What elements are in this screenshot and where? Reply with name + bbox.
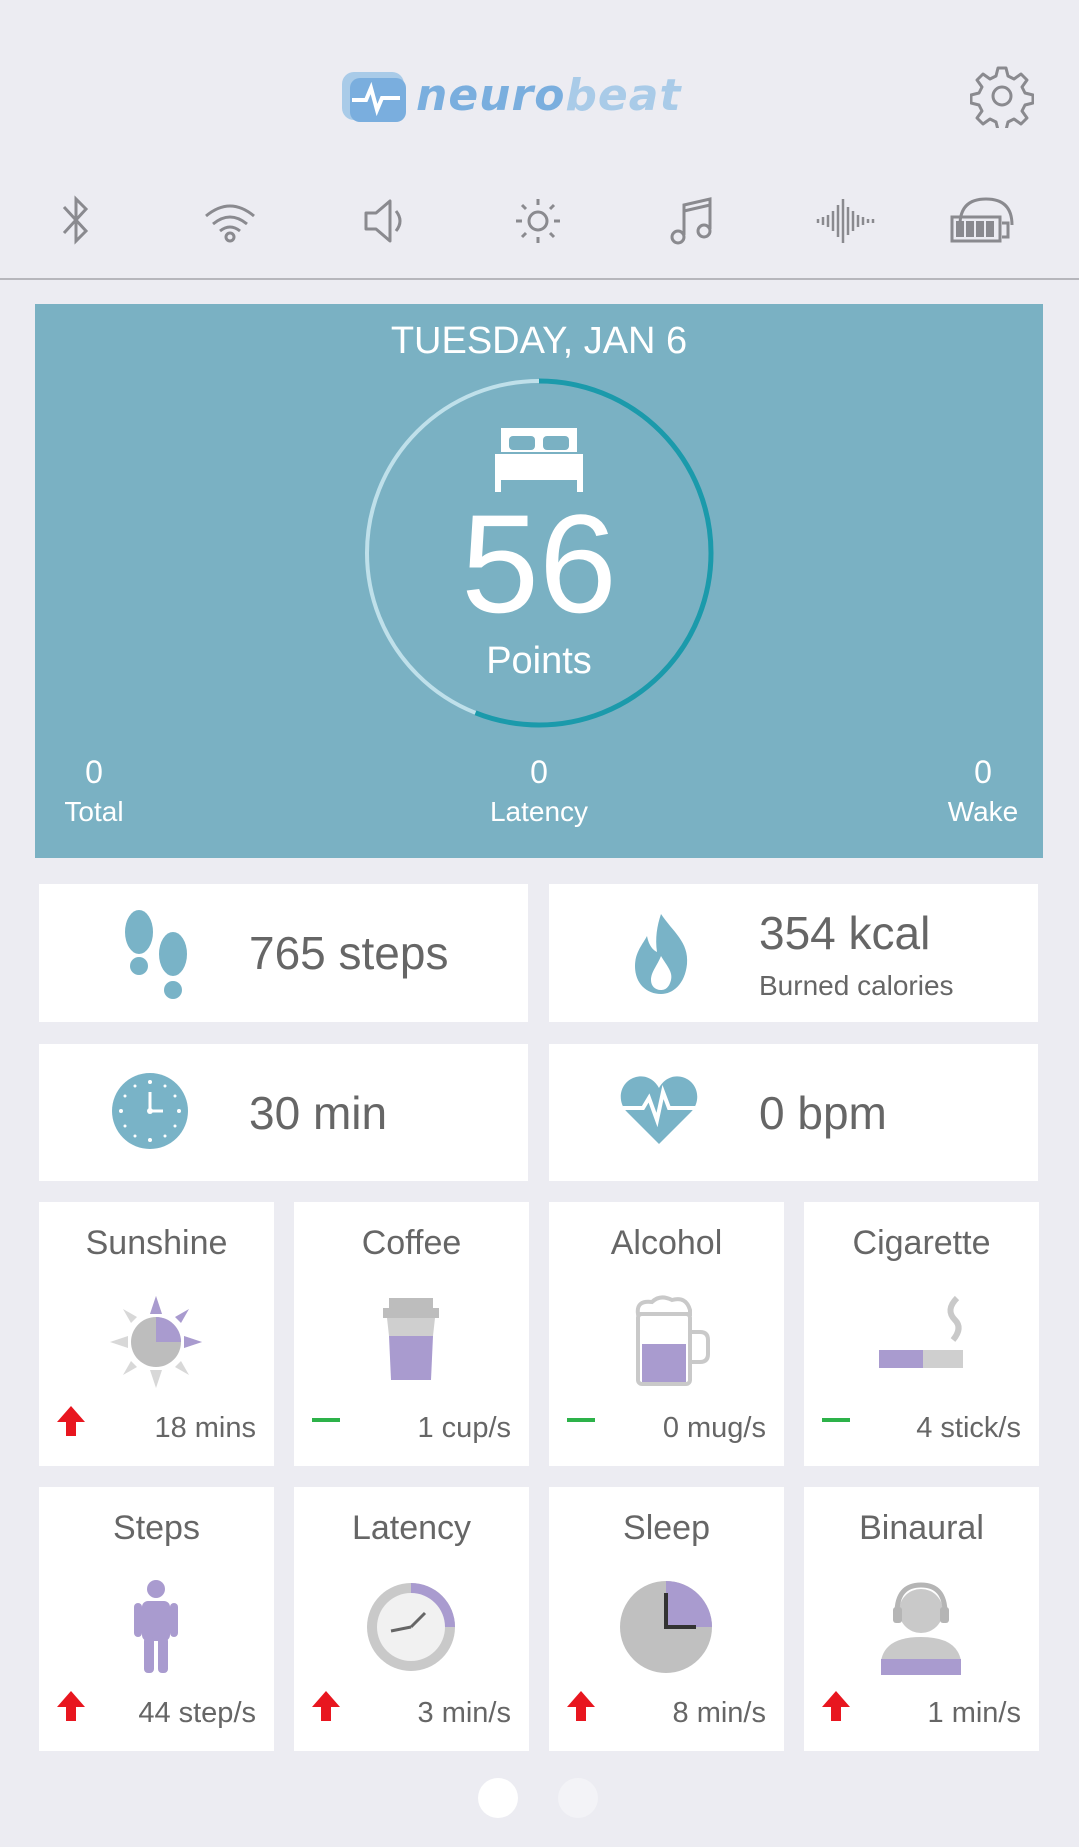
- status-bar: [0, 190, 1079, 252]
- soundwave-icon[interactable]: [806, 190, 886, 252]
- stat-total-label: Total: [64, 796, 124, 827]
- footprints-icon: [125, 910, 187, 999]
- wifi-icon[interactable]: [190, 190, 270, 252]
- volume-icon[interactable]: [344, 190, 424, 252]
- alcohol-tile[interactable]: Alcohol 0 mug/s: [549, 1202, 784, 1466]
- coffee-title: Coffee: [361, 1224, 462, 1262]
- sunshine-title: Sunshine: [85, 1224, 228, 1262]
- steps-value: 765 steps: [249, 927, 449, 979]
- sleep-tile[interactable]: Sleep 8 min/s: [549, 1487, 784, 1751]
- duration-value: 30 min: [249, 1087, 388, 1139]
- latency-value: 3 min/s: [417, 1697, 511, 1729]
- binaural-value: 1 min/s: [927, 1697, 1021, 1729]
- settings-gear-icon[interactable]: [970, 64, 1034, 128]
- page-indicator: [0, 1778, 1079, 1818]
- headphones-person-icon: [881, 1582, 961, 1675]
- sleep-score-unit: Points: [486, 640, 592, 682]
- heart-rate-card[interactable]: 0 bpm: [549, 1044, 1038, 1181]
- binaural-tile[interactable]: Binaural 1 min/s: [804, 1487, 1039, 1751]
- calories-value: 354 kcal: [759, 907, 931, 959]
- alcohol-title: Alcohol: [610, 1224, 723, 1262]
- cigarette-icon: [879, 1295, 963, 1368]
- cigarette-value: 4 stick/s: [916, 1412, 1021, 1444]
- steps-card[interactable]: 765 steps: [39, 884, 528, 1022]
- sleep-title: Sleep: [623, 1509, 710, 1547]
- steps-title: Steps: [113, 1509, 200, 1547]
- cigarette-title: Cigarette: [852, 1224, 991, 1262]
- stat-wake: 0 Wake: [935, 752, 1031, 832]
- steps-factor-value: 44 step/s: [138, 1697, 256, 1729]
- coffee-tile[interactable]: Coffee 1 cup/s: [294, 1202, 529, 1466]
- neurobeat-logo: neurobeat: [340, 66, 760, 126]
- sleep-clock-icon: [620, 1581, 712, 1673]
- trend-flat-icon: [312, 1418, 340, 1422]
- stat-total: 0 Total: [49, 752, 139, 832]
- music-icon[interactable]: [652, 190, 732, 252]
- duration-card[interactable]: 30 min: [39, 1044, 528, 1181]
- trend-up-icon: [567, 1691, 595, 1721]
- trend-up-icon: [57, 1691, 85, 1721]
- headset-battery-icon[interactable]: [940, 190, 1020, 252]
- calories-card[interactable]: 354 kcal Burned calories: [549, 884, 1038, 1022]
- sleep-summary-panel[interactable]: TUESDAY, JAN 6 56 Points 0 Total 0 Laten…: [35, 304, 1043, 858]
- app-header: neurobeat: [0, 0, 1079, 190]
- header-divider: [0, 278, 1079, 280]
- clock-icon: [112, 1073, 188, 1149]
- sunshine-tile[interactable]: Sunshine 18 mins: [39, 1202, 274, 1466]
- sleep-score: 56: [461, 485, 617, 642]
- logo-mark-icon: [342, 72, 406, 122]
- calories-label: Burned calories: [759, 970, 954, 1001]
- binaural-title: Binaural: [859, 1509, 984, 1547]
- person-icon: [134, 1580, 178, 1673]
- trend-flat-icon: [567, 1418, 595, 1422]
- page-dot[interactable]: [558, 1778, 598, 1818]
- latency-tile[interactable]: Latency 3 min/s: [294, 1487, 529, 1751]
- bluetooth-icon[interactable]: [36, 190, 116, 252]
- stat-latency: 0 Latency: [464, 752, 614, 832]
- steps-tile[interactable]: Steps 44 step/s: [39, 1487, 274, 1751]
- date-label: TUESDAY, JAN 6: [390, 320, 688, 362]
- stat-wake-value: 0: [974, 754, 992, 790]
- flame-icon: [635, 914, 688, 994]
- sunshine-value: 18 mins: [154, 1412, 256, 1444]
- coffee-cup-icon: [383, 1298, 439, 1380]
- coffee-value: 1 cup/s: [417, 1412, 512, 1444]
- stat-latency-label: Latency: [489, 796, 589, 827]
- stopwatch-icon: [367, 1583, 455, 1671]
- trend-up-icon: [57, 1406, 85, 1436]
- stat-latency-value: 0: [530, 754, 548, 790]
- stat-total-value: 0: [85, 754, 103, 790]
- logo-text-neuro: neuro: [416, 70, 566, 121]
- trend-up-icon: [822, 1691, 850, 1721]
- logo-text-beat: beat: [565, 70, 682, 121]
- sunshine-icon: [110, 1296, 202, 1388]
- page-dot-active[interactable]: [478, 1778, 518, 1818]
- cigarette-tile[interactable]: Cigarette 4 stick/s: [804, 1202, 1039, 1466]
- latency-title: Latency: [351, 1509, 472, 1547]
- bed-icon: [495, 428, 583, 492]
- beer-mug-icon: [635, 1295, 710, 1386]
- heart-rate-value: 0 bpm: [759, 1087, 887, 1139]
- heart-rate-icon: [620, 1076, 698, 1144]
- brightness-icon[interactable]: [498, 190, 578, 252]
- trend-flat-icon: [822, 1418, 850, 1422]
- trend-up-icon: [312, 1691, 340, 1721]
- sleep-value: 8 min/s: [672, 1697, 766, 1729]
- alcohol-value: 0 mug/s: [662, 1412, 766, 1444]
- stat-wake-label: Wake: [947, 796, 1019, 827]
